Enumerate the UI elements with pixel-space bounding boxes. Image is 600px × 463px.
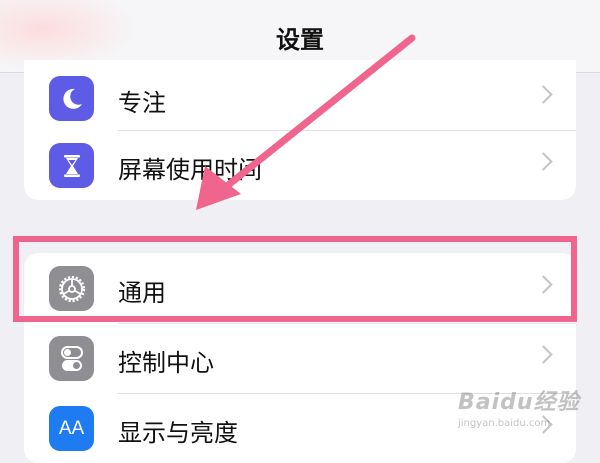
pointer-arrow-icon (196, 34, 416, 210)
